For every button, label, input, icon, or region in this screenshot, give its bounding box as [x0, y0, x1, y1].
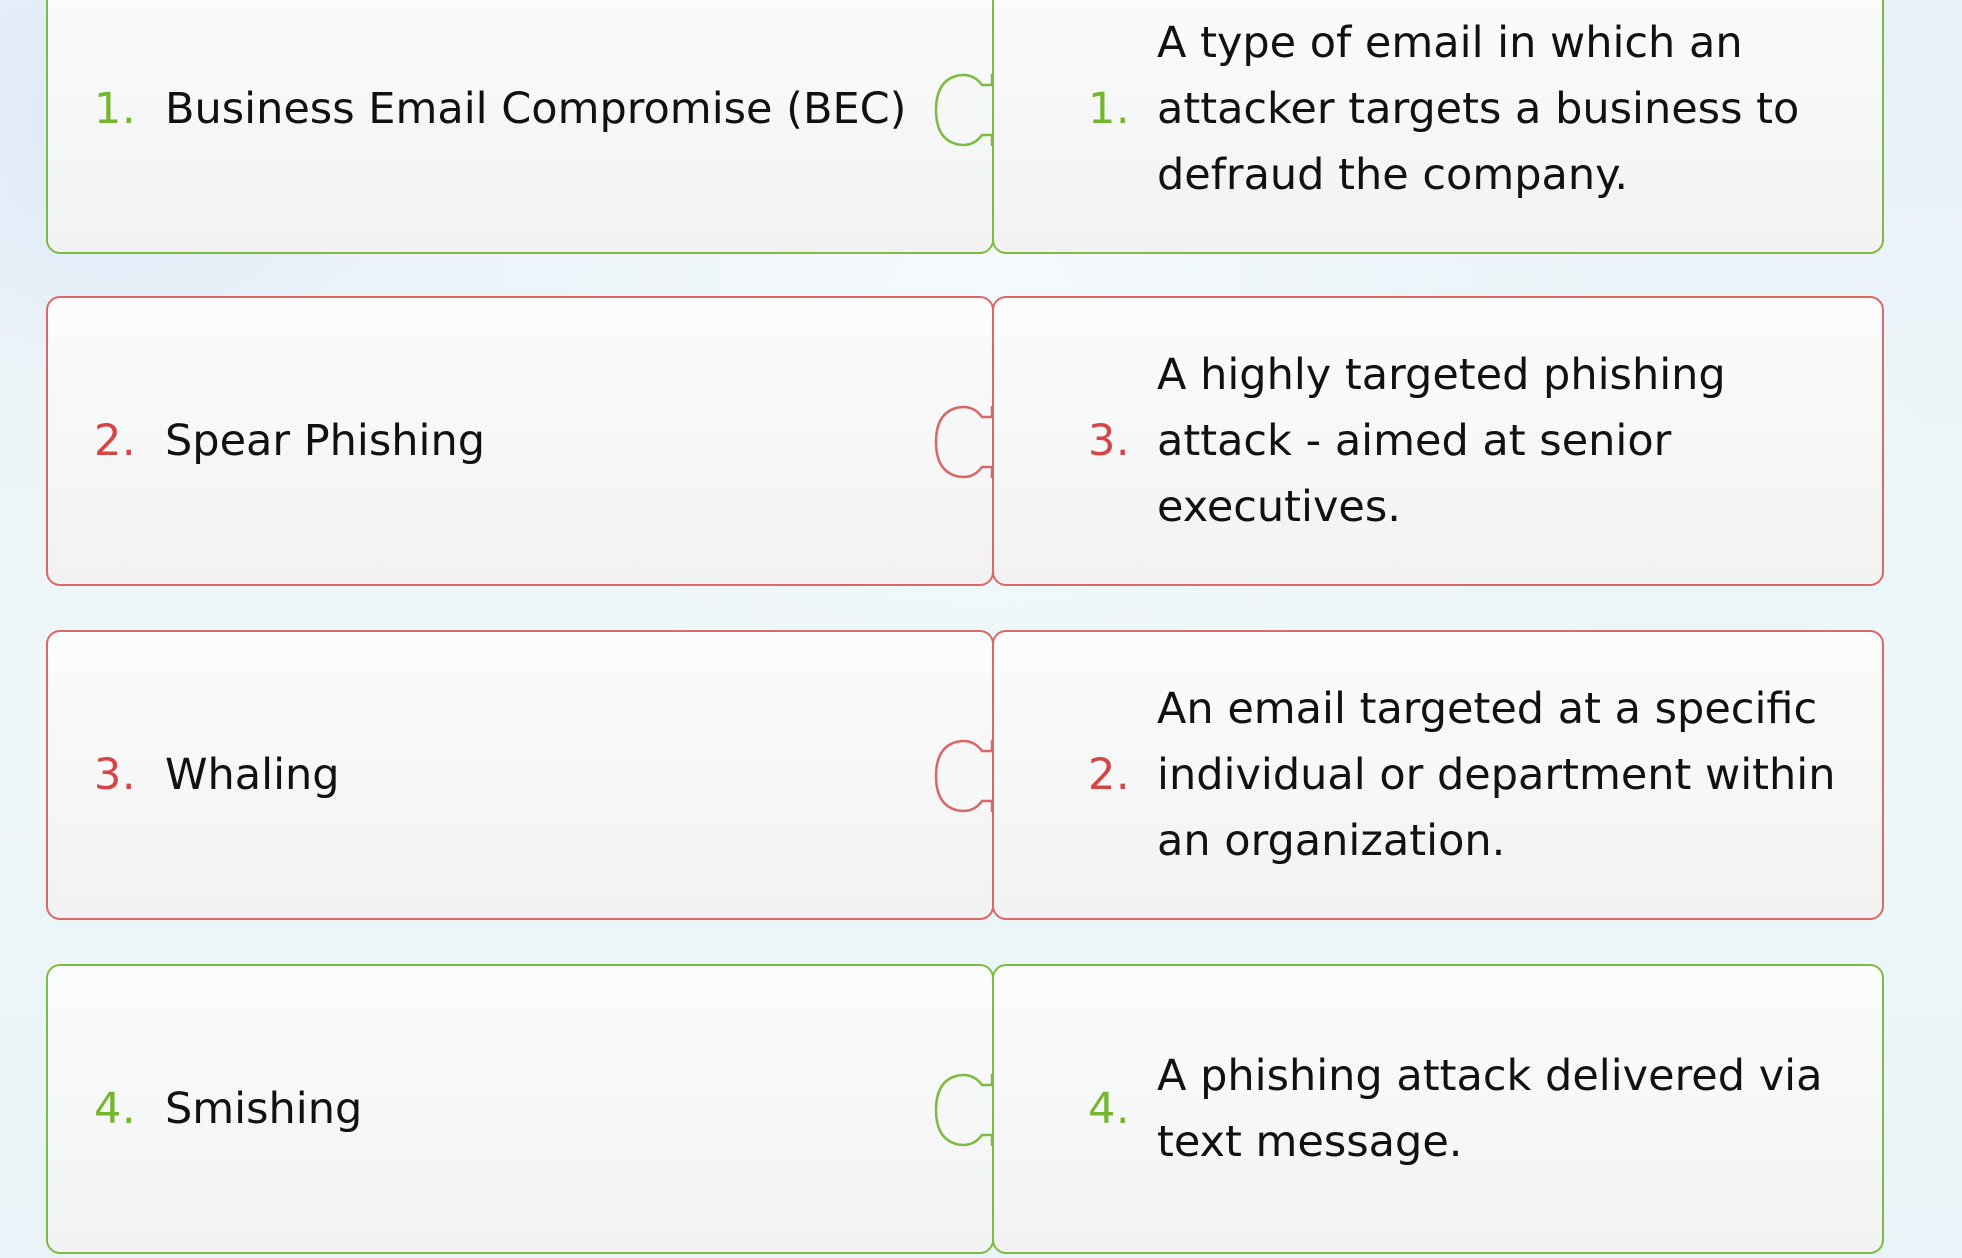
term-label: Spear Phishing	[165, 416, 486, 466]
definition-text: A phishing attack delivered via text mes…	[1157, 1051, 1823, 1167]
definition-text: An email targeted at a specific individu…	[1157, 684, 1836, 866]
term-label: Business Email Compromise (BEC)	[165, 84, 907, 134]
term-card-2[interactable]: 2. Spear Phishing	[46, 296, 994, 586]
match-row-2: 2. Spear Phishing 3. A highly targeted p…	[46, 296, 1884, 590]
term-number: 1.	[94, 84, 137, 134]
match-row-3: 3. Whaling 2. An email targeted at a spe…	[46, 630, 1884, 924]
definition-text: A highly targeted phishing attack - aime…	[1157, 350, 1726, 532]
term-number: 4.	[94, 1084, 137, 1134]
term-number: 3.	[94, 750, 137, 800]
definition-text: A type of email in which an attacker tar…	[1157, 18, 1800, 200]
definition-card-3[interactable]: 2. An email targeted at a specific indiv…	[992, 630, 1884, 920]
definition-number: 1.	[1088, 84, 1131, 134]
definition-number: 3.	[1088, 416, 1131, 466]
match-row-1: 1. Business Email Compromise (BEC) 1. A …	[46, 0, 1884, 258]
definition-card-4[interactable]: 4. A phishing attack delivered via text …	[992, 964, 1884, 1254]
definition-number: 4.	[1088, 1084, 1131, 1134]
definition-card-1[interactable]: 1. A type of email in which an attacker …	[992, 0, 1884, 254]
match-row-4: 4. Smishing 4. A phishing attack deliver…	[46, 964, 1884, 1258]
definition-card-2[interactable]: 3. A highly targeted phishing attack - a…	[992, 296, 1884, 586]
puzzle-connector-icon	[934, 73, 994, 147]
definition-number: 2.	[1088, 750, 1131, 800]
term-card-1[interactable]: 1. Business Email Compromise (BEC)	[46, 0, 994, 254]
term-label: Smishing	[165, 1084, 363, 1134]
term-label: Whaling	[165, 750, 340, 800]
puzzle-connector-icon	[934, 1073, 994, 1147]
term-card-4[interactable]: 4. Smishing	[46, 964, 994, 1254]
puzzle-connector-icon	[934, 405, 994, 479]
term-number: 2.	[94, 416, 137, 466]
term-card-3[interactable]: 3. Whaling	[46, 630, 994, 920]
puzzle-connector-icon	[934, 739, 994, 813]
